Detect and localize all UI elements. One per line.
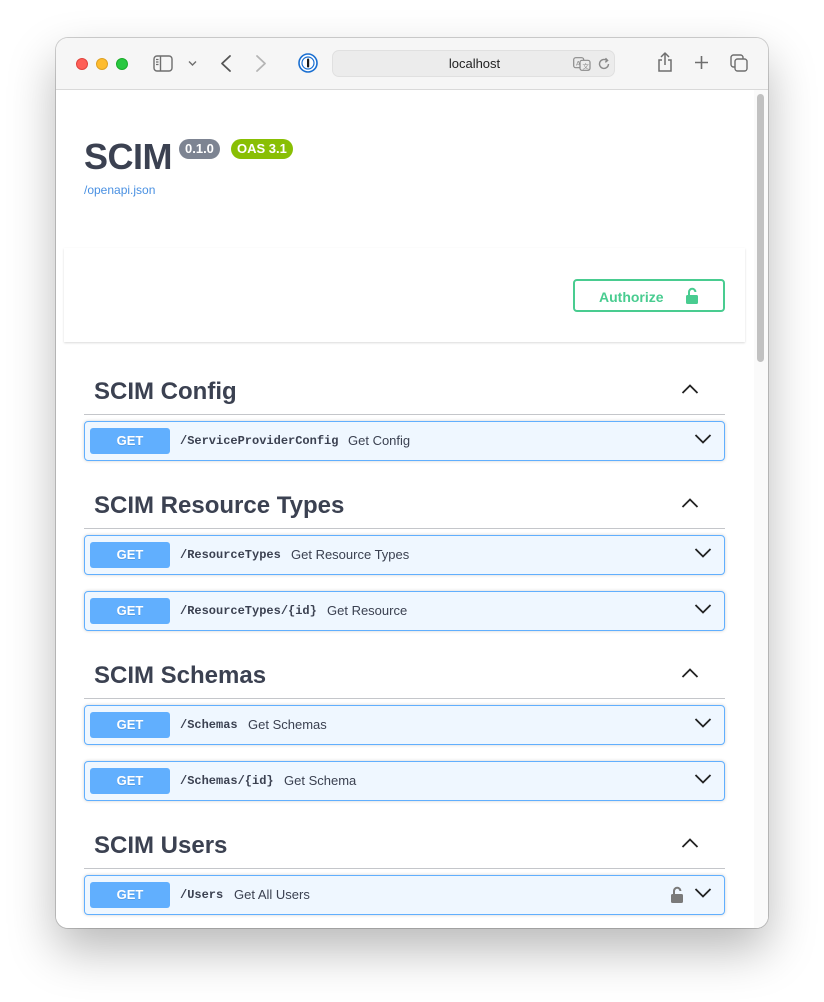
operation-get-schemas[interactable]: GET /Schemas Get Schemas <box>84 705 725 745</box>
chevron-up-icon[interactable] <box>681 837 699 849</box>
tag-header[interactable]: SCIM Schemas <box>84 649 725 699</box>
version-badge: 0.1.0 <box>179 139 220 159</box>
chevron-down-icon[interactable] <box>694 717 712 729</box>
share-icon[interactable] <box>656 51 674 73</box>
zoom-window-button[interactable] <box>116 58 128 70</box>
operation-get-resource-types[interactable]: GET /ResourceTypes Get Resource Types <box>84 535 725 575</box>
operation-summary: Get All Users <box>234 887 310 902</box>
tag-header[interactable]: SCIM Users <box>84 819 725 869</box>
chevron-down-icon[interactable] <box>694 887 712 899</box>
operation-path: /Users <box>180 888 224 902</box>
openapi-spec-link[interactable]: /openapi.json <box>84 183 155 197</box>
tag-section-scim-resource-types: SCIM Resource Types GET /ResourceTypes G… <box>84 479 725 631</box>
chevron-down-icon[interactable] <box>694 547 712 559</box>
method-badge: GET <box>90 598 170 624</box>
operation-summary: Get Schemas <box>248 717 327 732</box>
svg-text:A: A <box>576 60 581 68</box>
authorize-button[interactable]: Authorize <box>573 279 725 312</box>
method-badge: GET <box>90 712 170 738</box>
operation-path: /Schemas/{id} <box>180 774 274 788</box>
oas-badge: OAS 3.1 <box>231 139 293 159</box>
chevron-down-icon[interactable] <box>694 433 712 445</box>
operation-summary: Get Config <box>348 433 411 448</box>
vertical-scrollbar[interactable] <box>754 90 768 928</box>
chevron-down-icon[interactable] <box>694 603 712 615</box>
tag-section-scim-users: SCIM Users GET /Users Get All Users <box>84 819 725 915</box>
operation-get-service-provider-config[interactable]: GET /ServiceProviderConfig Get Config <box>84 421 725 461</box>
minimize-window-button[interactable] <box>96 58 108 70</box>
operation-get-schema[interactable]: GET /Schemas/{id} Get Schema <box>84 761 725 801</box>
svg-text:文: 文 <box>583 62 590 71</box>
unlocked-icon <box>686 287 698 304</box>
operation-get-all-users[interactable]: GET /Users Get All Users <box>84 875 725 915</box>
close-window-button[interactable] <box>76 58 88 70</box>
tag-header[interactable]: SCIM Config <box>84 365 725 415</box>
browser-toolbar: localhost A 文 <box>56 38 768 90</box>
tag-title: SCIM Schemas <box>94 662 267 689</box>
password-manager-icon[interactable] <box>298 53 318 73</box>
new-tab-icon[interactable] <box>694 55 709 70</box>
operation-path: /ResourceTypes <box>180 548 281 562</box>
scrollbar-thumb[interactable] <box>757 94 764 362</box>
translate-icon[interactable]: A 文 <box>573 57 591 71</box>
chevron-up-icon[interactable] <box>681 667 699 679</box>
browser-window: localhost A 文 SCIM 0.1.0 OAS 3.1 /openap… <box>56 38 768 928</box>
operation-path: /Schemas <box>180 718 238 732</box>
method-badge: GET <box>90 768 170 794</box>
operation-path: /ServiceProviderConfig <box>180 434 339 448</box>
forward-arrow-icon[interactable] <box>255 54 267 73</box>
swagger-ui-page: SCIM 0.1.0 OAS 3.1 /openapi.json Authori… <box>56 90 768 928</box>
chevron-up-icon[interactable] <box>681 383 699 395</box>
operation-get-resource[interactable]: GET /ResourceTypes/{id} Get Resource <box>84 591 725 631</box>
operation-summary: Get Schema <box>284 773 357 788</box>
tag-title: SCIM Users <box>94 832 228 859</box>
method-badge: GET <box>90 542 170 568</box>
address-bar[interactable]: localhost A 文 <box>332 50 615 77</box>
sidebar-toggle-icon[interactable] <box>153 55 173 72</box>
api-title: SCIM <box>84 136 173 177</box>
authorize-label: Authorize <box>599 289 664 305</box>
chevron-down-icon[interactable] <box>694 773 712 785</box>
tag-section-scim-schemas: SCIM Schemas GET /Schemas Get Schemas GE… <box>84 649 725 801</box>
unlocked-icon[interactable] <box>670 886 684 904</box>
back-arrow-icon[interactable] <box>220 54 232 73</box>
method-badge: GET <box>90 882 170 908</box>
scheme-container: Authorize <box>64 248 745 342</box>
chevron-down-icon[interactable] <box>188 60 197 67</box>
tag-section-scim-config: SCIM Config GET /ServiceProviderConfig G… <box>84 365 725 461</box>
operation-path: /ResourceTypes/{id} <box>180 604 317 618</box>
tab-overview-icon[interactable] <box>730 54 748 72</box>
chevron-up-icon[interactable] <box>681 497 699 509</box>
operation-summary: Get Resource Types <box>291 547 410 562</box>
tag-title: SCIM Resource Types <box>94 492 345 519</box>
tag-title: SCIM Config <box>94 378 237 405</box>
method-badge: GET <box>90 428 170 454</box>
operation-summary: Get Resource <box>327 603 408 618</box>
reload-icon[interactable] <box>597 57 611 71</box>
tag-header[interactable]: SCIM Resource Types <box>84 479 725 529</box>
